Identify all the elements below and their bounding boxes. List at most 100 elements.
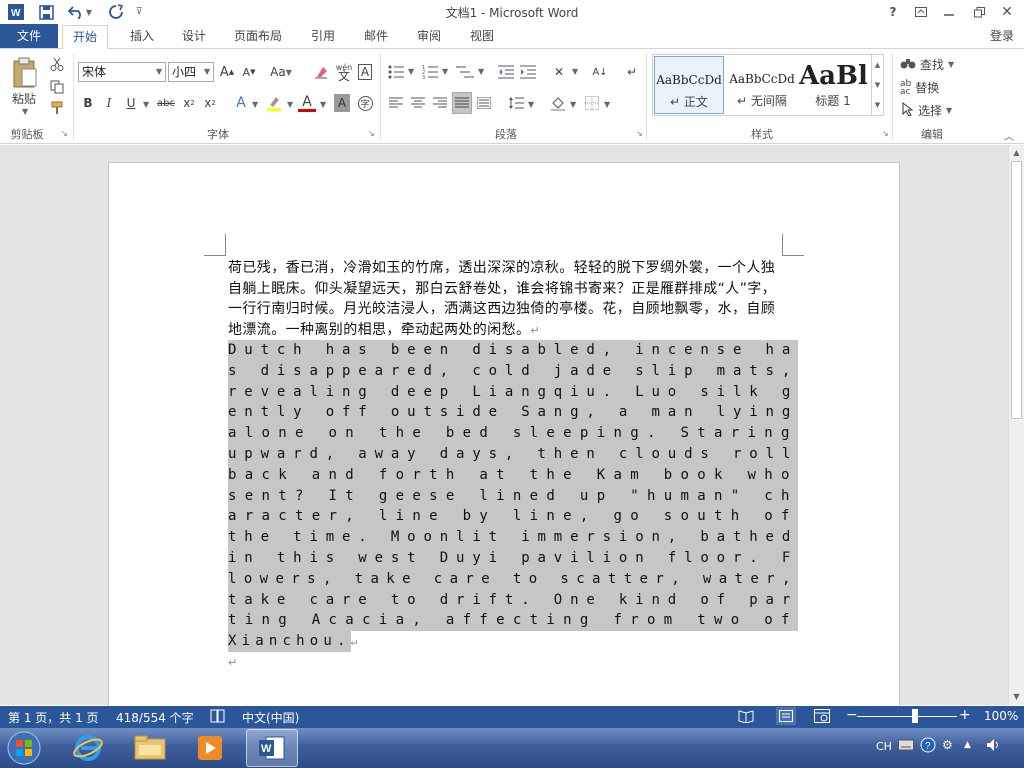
scroll-down-icon[interactable]: ▼ (1009, 689, 1024, 705)
word-logo-icon[interactable]: W (6, 3, 26, 21)
bullets-icon[interactable] (386, 62, 406, 82)
styles-scroll[interactable]: ▲ ▼ ▼ (871, 55, 883, 115)
superscript-icon[interactable]: x2 (201, 94, 219, 112)
styles-more-icon[interactable]: ▼ (872, 95, 883, 115)
font-color-icon[interactable]: A (298, 94, 316, 112)
subscript-icon[interactable]: x2 (180, 94, 198, 112)
internet-explorer-icon[interactable] (66, 730, 110, 766)
copy-icon[interactable] (48, 79, 66, 95)
help-icon[interactable]: ? (880, 2, 906, 22)
document-paragraph-english-selected[interactable]: Dutch has been disabled, incense ha s dis… (228, 340, 798, 653)
chinese-layout-icon[interactable]: ✕ (548, 62, 570, 82)
show-hidden-icons-icon[interactable]: ▲ (964, 740, 971, 750)
file-explorer-icon[interactable] (128, 730, 172, 766)
character-border-icon[interactable]: A (356, 62, 374, 82)
proofing-icon[interactable] (210, 709, 226, 726)
tab-mailings[interactable]: 邮件 (354, 24, 398, 48)
clear-formatting-icon[interactable] (312, 62, 330, 82)
tab-review[interactable]: 审阅 (407, 24, 451, 48)
ime-settings-icon[interactable]: ⚙ (942, 738, 953, 752)
align-left-icon[interactable] (386, 94, 406, 112)
italic-icon[interactable]: I (101, 94, 117, 112)
vertical-scrollbar[interactable]: ▲ ▼ (1008, 145, 1024, 705)
multilevel-dropdown-icon[interactable]: ▼ (478, 67, 484, 76)
web-layout-icon[interactable] (814, 709, 830, 726)
align-center-icon[interactable] (408, 94, 428, 112)
styles-scroll-up-icon[interactable]: ▲ (872, 55, 883, 75)
shading-icon[interactable] (548, 94, 568, 112)
keyboard-icon[interactable] (898, 738, 914, 755)
styles-scroll-down-icon[interactable]: ▼ (872, 75, 883, 95)
minimize-icon[interactable] (936, 2, 962, 22)
shading-dropdown-icon[interactable]: ▼ (570, 100, 576, 109)
collapse-ribbon-icon[interactable]: ︿ (1004, 128, 1014, 143)
zoom-out-icon[interactable]: − (846, 707, 858, 723)
zoom-level[interactable]: 100% (984, 709, 1018, 723)
read-mode-icon[interactable] (738, 709, 754, 726)
increase-indent-icon[interactable] (518, 62, 538, 82)
scroll-up-icon[interactable]: ▲ (1009, 145, 1024, 161)
replace-button[interactable]: ab ac 替换 (900, 79, 939, 96)
find-button[interactable]: 查找 ▼ (900, 56, 954, 73)
underline-dropdown-icon[interactable]: ▼ (143, 100, 149, 109)
page-count[interactable]: 第 1 页，共 1 页 (8, 709, 99, 726)
paste-button[interactable]: 粘贴 (12, 90, 36, 107)
font-name-field[interactable]: 宋体 (78, 62, 166, 82)
select-button[interactable]: 选择 ▼ (902, 101, 952, 119)
tab-file[interactable]: 文件 (0, 24, 58, 48)
phonetic-guide-icon[interactable]: wén 文 (334, 62, 354, 82)
strikethrough-icon[interactable]: abc (155, 94, 177, 112)
tab-view[interactable]: 视图 (460, 24, 504, 48)
distributed-icon[interactable] (474, 94, 494, 112)
shrink-font-icon[interactable]: A ▼ (240, 62, 258, 82)
tab-page-layout[interactable]: 页面布局 (224, 24, 292, 48)
redo-icon[interactable] (106, 3, 126, 21)
character-shading-icon[interactable]: A (334, 94, 350, 112)
font-name-dropdown-icon[interactable]: ▼ (156, 67, 162, 76)
bold-icon[interactable]: B (80, 94, 96, 112)
format-painter-icon[interactable] (48, 100, 66, 116)
paste-icon[interactable] (10, 56, 40, 90)
clipboard-launcher-icon[interactable]: ↘ (61, 129, 68, 138)
line-spacing-dropdown-icon[interactable]: ▼ (528, 100, 534, 109)
numbering-icon[interactable]: 123 (420, 62, 440, 82)
customize-qat-icon[interactable]: ⊽ (132, 3, 146, 21)
start-button-icon[interactable] (2, 730, 46, 766)
print-layout-icon[interactable] (776, 707, 796, 725)
multilevel-list-icon[interactable] (454, 62, 476, 82)
ribbon-display-icon[interactable] (908, 2, 934, 22)
ime-indicator[interactable]: CH (876, 740, 892, 753)
restore-icon[interactable] (966, 2, 992, 22)
change-case-button[interactable]: Aa ▼ (268, 62, 294, 82)
language-indicator[interactable]: 中文(中国) (242, 709, 299, 726)
styles-launcher-icon[interactable]: ↘ (882, 129, 889, 138)
paragraph-launcher-icon[interactable]: ↘ (636, 129, 643, 138)
zoom-in-icon[interactable]: + (959, 707, 971, 723)
tab-home[interactable]: 开始 (62, 25, 109, 49)
zoom-slider-track[interactable] (857, 716, 957, 717)
word-taskbar-icon[interactable]: W (246, 729, 298, 767)
bullets-dropdown-icon[interactable]: ▼ (408, 67, 414, 76)
zoom-slider-thumb[interactable] (912, 709, 919, 723)
style-no-spacing[interactable]: AaBbCcDd ↵ 无间隔 (727, 56, 797, 114)
cut-icon[interactable] (48, 56, 66, 72)
chinese-layout-dropdown-icon[interactable]: ▼ (572, 67, 578, 76)
align-right-icon[interactable] (430, 94, 450, 112)
sort-icon[interactable]: A↓ (590, 62, 610, 82)
login-link[interactable]: 登录 (990, 24, 1014, 48)
borders-dropdown-icon[interactable]: ▼ (604, 100, 610, 109)
scroll-thumb[interactable] (1011, 161, 1022, 419)
font-color-dropdown-icon[interactable]: ▼ (320, 100, 326, 109)
text-effects-dropdown-icon[interactable]: ▼ (252, 100, 258, 109)
style-heading-1[interactable]: AaBl 标题 1 (799, 56, 867, 114)
word-count[interactable]: 418/554 个字 (116, 709, 194, 726)
highlight-dropdown-icon[interactable]: ▼ (287, 100, 293, 109)
text-effects-icon[interactable]: A (232, 94, 250, 112)
show-marks-icon[interactable]: ↵ (622, 62, 642, 82)
volume-icon[interactable] (986, 738, 1002, 755)
paste-dropdown-icon[interactable]: ▼ (22, 107, 28, 116)
borders-icon[interactable] (582, 94, 602, 112)
close-icon[interactable]: ✕ (994, 2, 1020, 22)
undo-icon[interactable] (66, 3, 86, 21)
decrease-indent-icon[interactable] (496, 62, 516, 82)
